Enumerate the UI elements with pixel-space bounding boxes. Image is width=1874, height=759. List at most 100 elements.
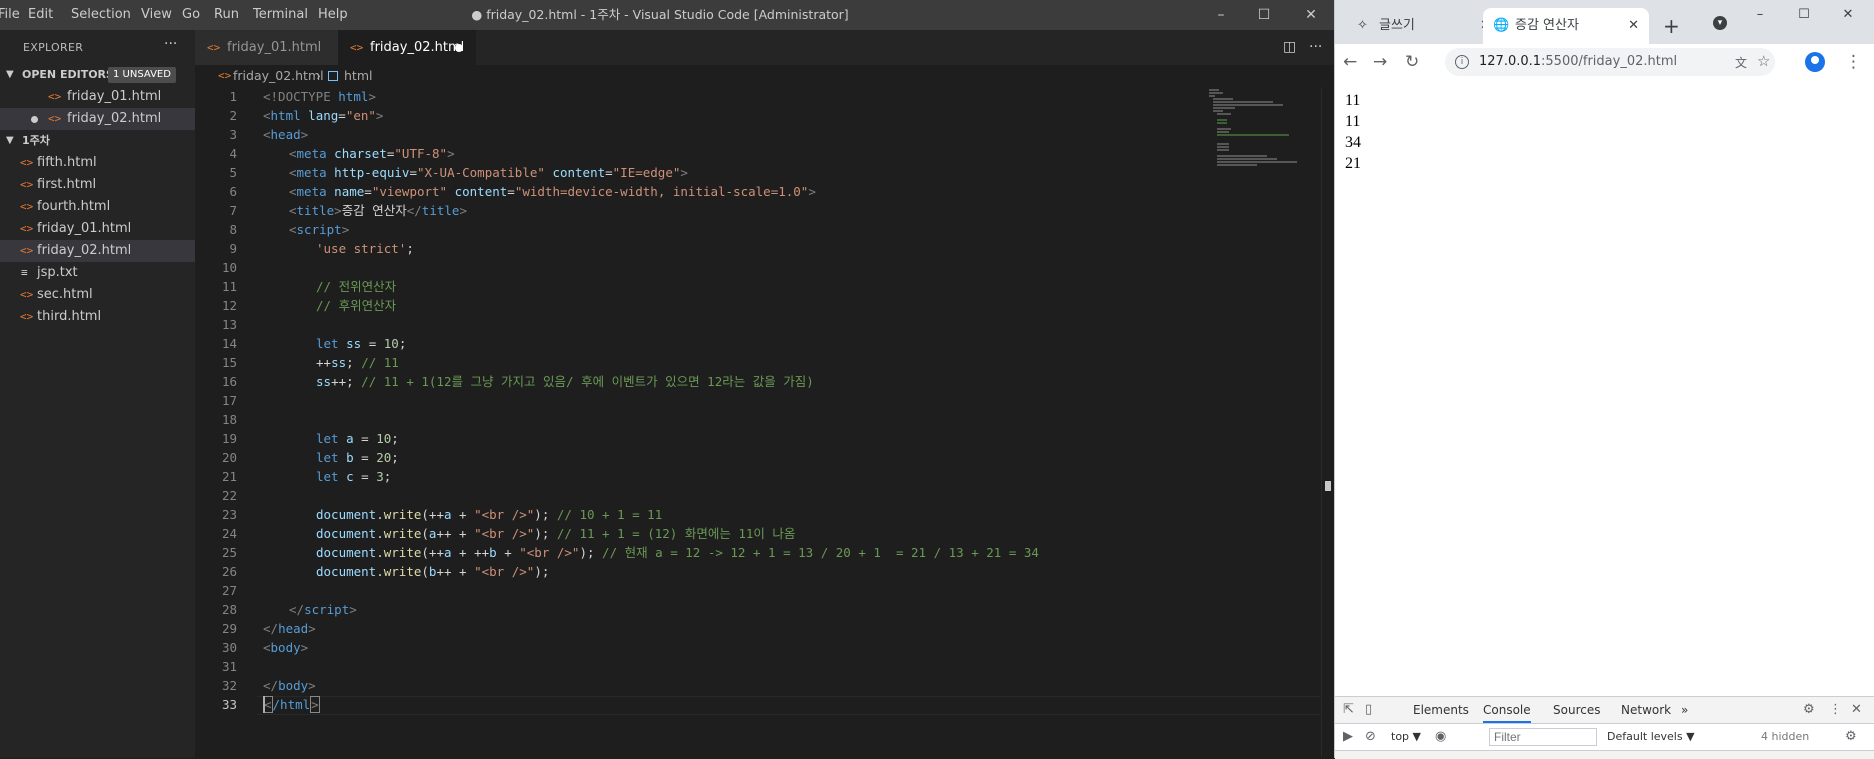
code-token: 'use strict': [316, 241, 407, 256]
menu-go[interactable]: Go: [182, 0, 200, 30]
menu-run[interactable]: Run: [214, 0, 239, 30]
code-token: >: [459, 203, 467, 218]
open-editors-header[interactable]: ▼ OPEN EDITORS 1 UNSAVED: [0, 64, 195, 86]
bookmark-star-icon[interactable]: ☆: [1757, 52, 1770, 70]
log-levels-dropdown[interactable]: Default levels ▼: [1607, 724, 1695, 750]
close-tab-icon[interactable]: ✕: [1628, 8, 1639, 44]
minimize-icon[interactable]: –: [1737, 0, 1783, 30]
code-token: head: [278, 621, 309, 636]
unsaved-dot-icon[interactable]: [455, 44, 463, 52]
code-token: meta: [296, 165, 327, 180]
code-token: <: [263, 108, 271, 123]
code-token: name: [334, 184, 365, 199]
code-token: (++: [421, 507, 444, 522]
open-editor-friday-02[interactable]: <> friday_02.html: [0, 108, 195, 130]
code-line: <head>: [263, 125, 308, 144]
menu-file[interactable]: File: [0, 0, 20, 30]
code-editor[interactable]: 1 2 3 4 5 6 7 8 9 10 11 12 13 14 15 16 1…: [195, 87, 1397, 757]
kebab-menu-icon[interactable]: ⋮: [1845, 44, 1862, 80]
new-tab-button[interactable]: +: [1663, 8, 1680, 44]
code-token: "<br />": [474, 564, 535, 579]
devtools-tab-sources[interactable]: Sources: [1553, 697, 1600, 723]
file-friday-02[interactable]: <> friday_02.html: [0, 240, 195, 262]
context-selector[interactable]: top ▼: [1391, 724, 1421, 750]
inspect-element-icon[interactable]: ⇱: [1343, 697, 1354, 723]
file-fourth[interactable]: <> fourth.html: [0, 196, 195, 218]
split-editor-icon[interactable]: ◫: [1283, 30, 1296, 65]
code-token: 10: [383, 336, 399, 351]
html-file-icon: <>: [207, 41, 221, 54]
tab-friday-01[interactable]: <> friday_01.html: [195, 30, 338, 65]
maximize-icon[interactable]: ☐: [1241, 0, 1287, 30]
code-token: ;: [398, 336, 407, 351]
file-friday-01[interactable]: <> friday_01.html: [0, 218, 195, 240]
html-file-icon: <>: [20, 310, 34, 323]
devtools-tab-network[interactable]: Network: [1621, 697, 1671, 723]
url-text[interactable]: 127.0.0.1:5500/friday_02.html: [1479, 48, 1677, 76]
devtools-tab-console[interactable]: Console: [1483, 697, 1531, 723]
code-token: + ++: [451, 545, 490, 560]
device-toolbar-icon[interactable]: ▯: [1365, 697, 1372, 723]
open-editor-friday-01[interactable]: <> friday_01.html: [0, 86, 195, 108]
tab-search-icon[interactable]: ▾: [1713, 16, 1727, 30]
code-token: content: [552, 165, 606, 180]
title-bar: File Edit Selection View Go Run Terminal…: [0, 0, 1334, 30]
file-sec[interactable]: <> sec.html: [0, 284, 195, 306]
code-token: ss: [331, 355, 347, 370]
code-token: <: [263, 640, 271, 655]
file-first[interactable]: <> first.html: [0, 174, 195, 196]
code-token: =: [353, 431, 377, 446]
code-line: <meta http-equiv="X-UA-Compatible" conte…: [289, 163, 688, 182]
forward-icon[interactable]: →: [1373, 44, 1387, 80]
eye-icon[interactable]: ◉: [1435, 724, 1446, 750]
close-icon[interactable]: ✕: [1825, 0, 1871, 30]
code-token: >: [680, 165, 688, 180]
browser-tab-active[interactable]: 🌐 증감 연산자 ✕: [1483, 8, 1649, 44]
close-devtools-icon[interactable]: ✕: [1851, 697, 1862, 723]
profile-avatar-icon[interactable]: [1805, 52, 1825, 72]
maximize-icon[interactable]: ☐: [1781, 0, 1827, 30]
menu-selection[interactable]: Selection: [71, 0, 131, 30]
kebab-menu-icon[interactable]: ⋮: [1829, 697, 1842, 723]
close-icon[interactable]: ✕: [1288, 0, 1334, 30]
back-icon[interactable]: ←: [1343, 44, 1357, 80]
file-name: friday_02.html: [67, 111, 162, 126]
code-token: );: [534, 507, 557, 522]
code-token: (: [421, 526, 429, 541]
more-actions-icon[interactable]: ···: [164, 36, 177, 52]
translate-icon[interactable]: 文: [1735, 54, 1747, 71]
address-bar[interactable]: i 127.0.0.1:5500/friday_02.html 文 ☆: [1445, 48, 1775, 76]
menu-terminal[interactable]: Terminal: [253, 0, 308, 30]
menu-view[interactable]: View: [141, 0, 172, 30]
line-number: 19: [221, 431, 237, 446]
console-filter-input[interactable]: [1489, 728, 1597, 746]
settings-gear-icon[interactable]: ⚙: [1803, 697, 1815, 723]
code-token: content: [454, 184, 508, 199]
sidebar-toggle-icon[interactable]: ▶: [1343, 724, 1353, 750]
minimap-line: [1217, 134, 1289, 136]
file-jsp-txt[interactable]: ≡ jsp.txt: [0, 262, 195, 284]
tab-friday-02[interactable]: <> friday_02.html: [338, 30, 476, 65]
breadcrumb-element[interactable]: html: [344, 65, 372, 87]
code-token: charset: [334, 146, 387, 161]
code-token: =: [507, 184, 515, 199]
file-third[interactable]: <> third.html: [0, 306, 195, 328]
code-token: "<br />": [474, 526, 535, 541]
devtools-tab-elements[interactable]: Elements: [1413, 697, 1469, 723]
console-settings-icon[interactable]: ⚙: [1845, 724, 1857, 750]
code-token: document: [316, 507, 377, 522]
site-info-icon[interactable]: i: [1455, 55, 1469, 69]
breadcrumb-file[interactable]: friday_02.html: [233, 65, 324, 87]
more-actions-icon[interactable]: ···: [1309, 30, 1322, 65]
file-fifth[interactable]: <> fifth.html: [0, 152, 195, 174]
minimap[interactable]: [1205, 87, 1300, 167]
more-tabs-icon[interactable]: »: [1681, 697, 1688, 723]
vertical-scrollbar[interactable]: [1321, 87, 1335, 757]
menu-help[interactable]: Help: [318, 0, 348, 30]
code-token: "IE=edge": [612, 165, 681, 180]
menu-edit[interactable]: Edit: [28, 0, 53, 30]
clear-console-icon[interactable]: ⊘: [1365, 724, 1376, 750]
reload-icon[interactable]: ↻: [1405, 44, 1419, 80]
folder-header[interactable]: ▼ 1주차: [0, 130, 195, 152]
minimize-icon[interactable]: –: [1198, 0, 1244, 30]
